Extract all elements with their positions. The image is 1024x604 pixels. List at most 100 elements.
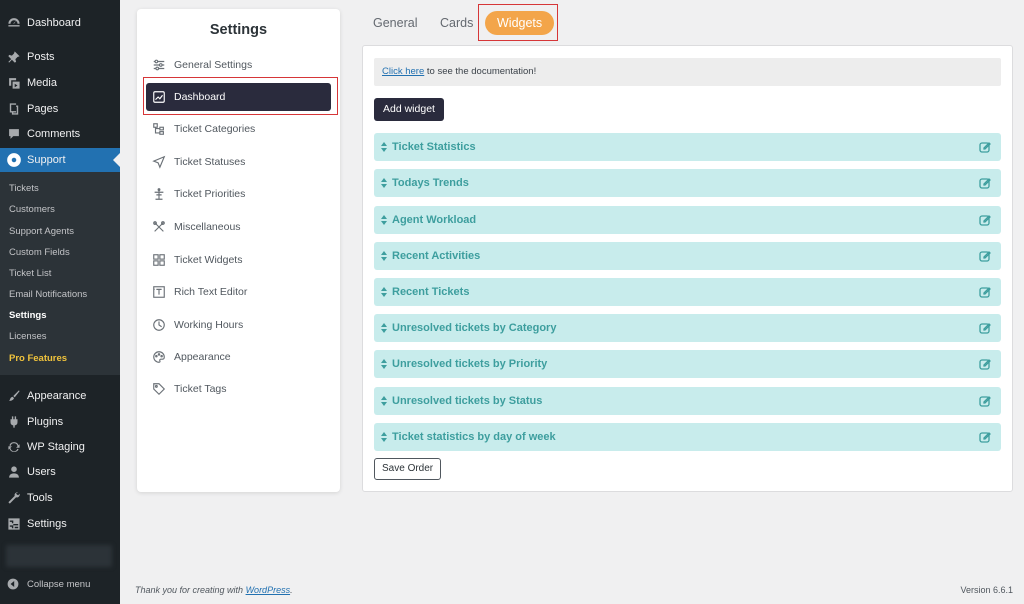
drag-handle-icon[interactable] [381, 359, 387, 369]
widgets-icon [152, 253, 166, 267]
documentation-text: to see the documentation! [424, 66, 537, 77]
collapse-menu-button[interactable]: Collapse menu [0, 573, 120, 595]
settings-nav-label: Miscellaneous [174, 221, 241, 233]
settings-nav-label: General Settings [174, 59, 253, 71]
documentation-bar: Click here to see the documentation! [374, 58, 1001, 86]
plugin-icon [7, 415, 21, 429]
drag-handle-icon[interactable] [381, 142, 387, 152]
menu-settings[interactable]: Settings [0, 512, 120, 536]
settings-nav-working-hours[interactable]: Working Hours [146, 312, 331, 338]
add-widget-button[interactable]: Add widget [374, 98, 444, 121]
settings-nav-label: Ticket Tags [174, 383, 227, 395]
drag-handle-icon[interactable] [381, 251, 387, 261]
submenu-support-agents[interactable]: Support Agents [9, 226, 74, 237]
drag-handle-icon[interactable] [381, 215, 387, 225]
widget-row[interactable]: Unresolved tickets by Category [374, 314, 1001, 342]
menu-support[interactable]: Support [0, 148, 120, 172]
menu-posts[interactable]: Posts [0, 45, 120, 69]
widget-row[interactable]: Agent Workload [374, 206, 1001, 234]
clock-icon [152, 318, 166, 332]
settings-nav-label: Ticket Widgets [174, 254, 243, 266]
edit-icon[interactable] [979, 177, 991, 189]
widget-row[interactable]: Ticket Statistics [374, 133, 1001, 161]
widget-row[interactable]: Recent Activities [374, 242, 1001, 270]
settings-nav-rich-text-editor[interactable]: Rich Text Editor [146, 279, 331, 305]
edit-icon[interactable] [979, 358, 991, 370]
drag-handle-icon[interactable] [381, 323, 387, 333]
settings-icon [7, 517, 21, 531]
settings-nav-ticket-categories[interactable]: Ticket Categories [146, 116, 331, 142]
settings-nav-general-settings[interactable]: General Settings [146, 52, 331, 78]
tab-widgets[interactable]: Widgets [485, 11, 555, 35]
edit-icon[interactable] [979, 214, 991, 226]
footer-version: Version 6.6.1 [960, 585, 1013, 595]
menu-label: Plugins [27, 416, 64, 428]
submenu-settings[interactable]: Settings [9, 310, 46, 321]
menu-appearance[interactable]: Appearance [0, 384, 120, 408]
edit-icon[interactable] [979, 431, 991, 443]
save-order-button[interactable]: Save Order [374, 458, 442, 480]
settings-nav-appearance[interactable]: Appearance [146, 344, 331, 370]
settings-nav-miscellaneous[interactable]: Miscellaneous [146, 214, 331, 240]
support-icon [7, 153, 21, 167]
edit-icon[interactable] [979, 286, 991, 298]
tab-general[interactable]: General [373, 11, 417, 35]
submenu-tickets[interactable]: Tickets [9, 183, 39, 194]
documentation-link[interactable]: Click here [382, 66, 424, 77]
widget-row[interactable]: Ticket statistics by day of week [374, 423, 1001, 451]
widget-row[interactable]: Unresolved tickets by Status [374, 387, 1001, 415]
drag-handle-icon[interactable] [381, 432, 387, 442]
submenu-licenses[interactable]: Licenses [9, 331, 47, 342]
settings-nav-ticket-tags[interactable]: Ticket Tags [146, 376, 331, 402]
settings-nav-ticket-statuses[interactable]: Ticket Statuses [146, 149, 331, 175]
menu-plugins[interactable]: Plugins [0, 410, 120, 434]
widget-label: Recent Tickets [392, 286, 470, 298]
settings-nav-dashboard[interactable]: Dashboard [146, 83, 331, 111]
menu-comments[interactable]: Comments [0, 122, 120, 146]
settings-nav-label: Working Hours [174, 319, 244, 331]
settings-nav-ticket-priorities[interactable]: Ticket Priorities [146, 181, 331, 207]
blurred-menu-item [6, 545, 112, 567]
collapse-icon [7, 578, 19, 590]
menu-pages[interactable]: Pages [0, 97, 120, 121]
menu-label: Comments [27, 128, 81, 140]
wrench-icon [7, 491, 21, 505]
edit-icon[interactable] [979, 141, 991, 153]
widget-label: Agent Workload [392, 214, 477, 226]
menu-wp-staging[interactable]: WP Staging [0, 435, 120, 459]
drag-handle-icon[interactable] [381, 396, 387, 406]
submenu-pro-features[interactable]: Pro Features [9, 353, 67, 364]
menu-users[interactable]: Users [0, 460, 120, 484]
settings-nav-ticket-widgets[interactable]: Ticket Widgets [146, 247, 331, 273]
widget-label: Unresolved tickets by Priority [392, 358, 548, 370]
tab-cards[interactable]: Cards [440, 11, 473, 35]
drag-handle-icon[interactable] [381, 178, 387, 188]
edit-icon[interactable] [979, 395, 991, 407]
widget-label: Recent Activities [392, 250, 481, 262]
widget-row[interactable]: Todays Trends [374, 169, 1001, 197]
widget-label: Todays Trends [392, 177, 469, 189]
drag-handle-icon[interactable] [381, 287, 387, 297]
palette-icon [152, 350, 166, 364]
widget-row[interactable]: Recent Tickets [374, 278, 1001, 306]
wordpress-link[interactable]: WordPress [246, 585, 291, 595]
submenu-ticket-list[interactable]: Ticket List [9, 268, 51, 279]
menu-dashboard[interactable]: Dashboard [0, 11, 120, 35]
pin-icon [7, 50, 21, 64]
widget-row[interactable]: Unresolved tickets by Priority [374, 350, 1001, 378]
editor-icon [152, 285, 166, 299]
menu-label: WP Staging [27, 441, 85, 453]
edit-icon[interactable] [979, 322, 991, 334]
submenu-custom-fields[interactable]: Custom Fields [9, 247, 70, 258]
menu-tools[interactable]: Tools [0, 486, 120, 510]
menu-label: Media [27, 77, 57, 89]
submenu-customers[interactable]: Customers [9, 204, 55, 215]
menu-media[interactable]: Media [0, 71, 120, 95]
menu-label: Pages [27, 103, 59, 115]
sync-icon [7, 440, 21, 454]
settings-nav-label: Ticket Statuses [174, 156, 246, 168]
settings-nav-label: Rich Text Editor [174, 286, 248, 298]
edit-icon[interactable] [979, 250, 991, 262]
chart-icon [152, 90, 166, 104]
submenu-email-notifications[interactable]: Email Notifications [9, 289, 87, 300]
